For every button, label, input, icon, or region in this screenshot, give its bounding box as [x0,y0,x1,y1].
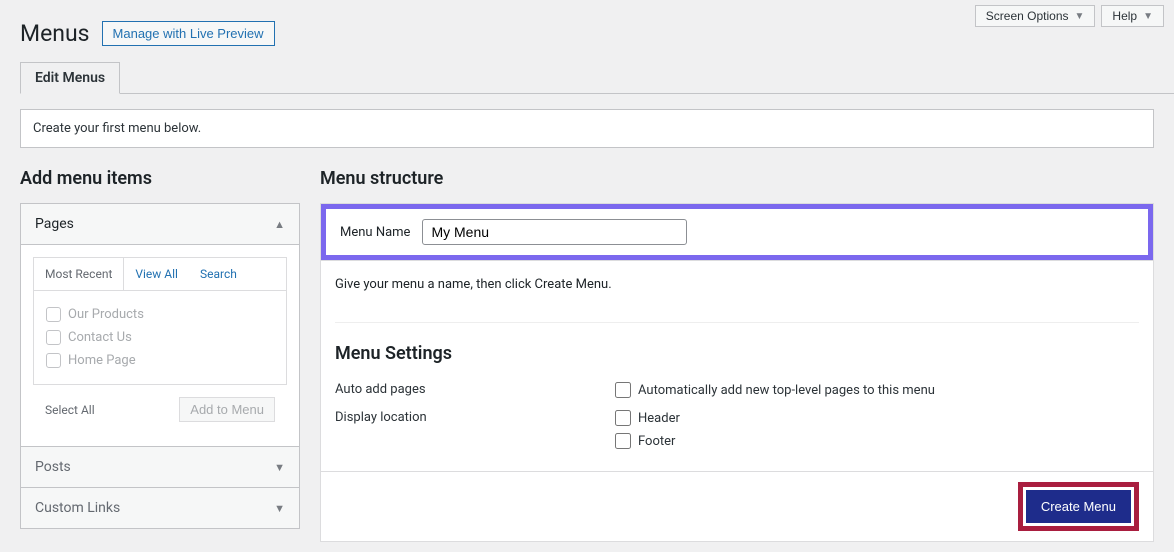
chevron-down-icon: ▼ [274,502,285,515]
display-location-footer-label: Footer [638,434,675,449]
footer-checkbox[interactable] [615,433,631,449]
chevron-down-icon: ▼ [1143,11,1153,22]
screen-options-button[interactable]: Screen Options ▼ [975,5,1096,27]
chevron-up-icon: ▲ [274,218,285,231]
tab-edit-menus[interactable]: Edit Menus [20,62,120,94]
checkbox-icon [46,330,61,345]
page-item-label: Home Page [68,353,136,368]
menu-settings-title: Menu Settings [335,322,1139,364]
accordion-custom-links[interactable]: Custom Links ▼ [21,487,299,528]
page-title: Menus [20,20,90,47]
notice-first-menu: Create your first menu below. [20,109,1154,148]
auto-add-label: Auto add pages [335,382,615,398]
accordion-custom-links-label: Custom Links [35,500,120,516]
display-location-label: Display location [335,410,615,449]
menu-name-highlight: Menu Name [321,204,1153,260]
chevron-down-icon: ▼ [1075,11,1085,22]
add-to-menu-button[interactable]: Add to Menu [179,397,275,422]
inner-tab-search[interactable]: Search [189,258,248,290]
menu-structure-title: Menu structure [320,168,1154,189]
page-item-home-page[interactable]: Home Page [46,349,274,372]
accordion-posts-label: Posts [35,459,71,475]
accordion-pages[interactable]: Pages ▲ [21,204,299,245]
page-item-our-products[interactable]: Our Products [46,303,274,326]
display-location-header[interactable]: Header [615,410,680,426]
add-menu-items-title: Add menu items [20,168,300,189]
inner-tab-most-recent[interactable]: Most Recent [34,258,124,290]
menu-name-label: Menu Name [340,225,410,240]
create-menu-highlight: Create Menu [1018,482,1139,531]
auto-add-checkbox[interactable] [615,382,631,398]
auto-add-option-label: Automatically add new top-level pages to… [638,383,935,398]
accordion-pages-label: Pages [35,216,74,232]
inner-tab-view-all[interactable]: View All [124,258,189,290]
page-item-label: Contact Us [68,330,132,345]
menu-instruction: Give your menu a name, then click Create… [335,277,1139,292]
create-menu-button[interactable]: Create Menu [1026,490,1131,523]
live-preview-button[interactable]: Manage with Live Preview [102,21,275,46]
chevron-down-icon: ▼ [274,461,285,474]
header-checkbox[interactable] [615,410,631,426]
page-item-contact-us[interactable]: Contact Us [46,326,274,349]
auto-add-option[interactable]: Automatically add new top-level pages to… [615,382,935,398]
screen-options-label: Screen Options [986,9,1069,23]
checkbox-icon [46,307,61,322]
menu-name-input[interactable] [422,219,687,245]
accordion-posts[interactable]: Posts ▼ [21,447,299,487]
help-label: Help [1112,9,1137,23]
help-button[interactable]: Help ▼ [1101,5,1164,27]
select-all-link[interactable]: Select All [45,403,95,417]
display-location-footer[interactable]: Footer [615,433,680,449]
page-item-label: Our Products [68,307,144,322]
checkbox-icon [46,353,61,368]
display-location-header-label: Header [638,411,680,426]
